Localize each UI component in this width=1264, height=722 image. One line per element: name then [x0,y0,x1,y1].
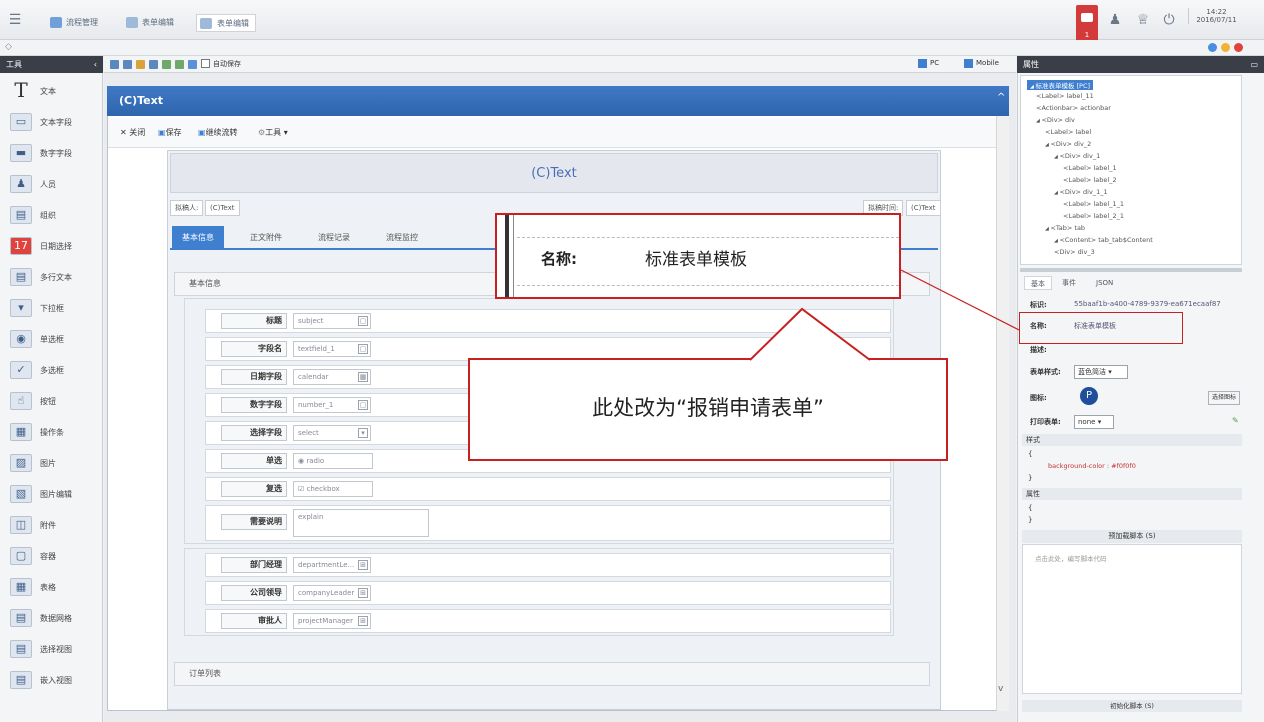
zoom-top-rule [517,237,899,238]
callout-box: 此处改为“报销申请表单” [468,358,948,461]
zoom-name-label: 名称: [541,250,577,268]
callout-text: 此处改为“报销申请表单” [592,396,824,420]
connector-line [900,269,1020,331]
zoom-bottom-rule [517,285,899,286]
zoom-inset: 名称: 标准表单模板 [495,213,901,299]
zoom-name-value: 标准表单模板 [645,250,747,270]
zoom-left-line [513,215,514,297]
zoom-left-bar [505,215,509,297]
callout-pointer [749,307,871,361]
